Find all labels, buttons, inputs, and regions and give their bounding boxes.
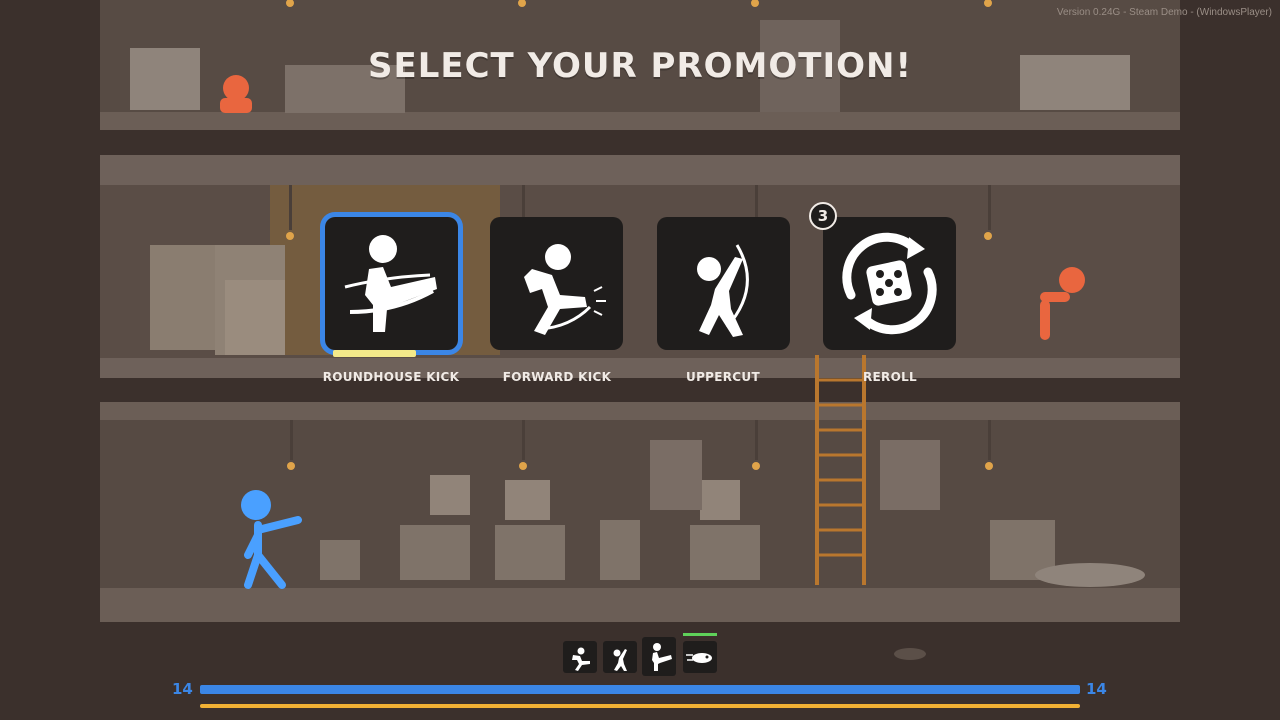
forward-kick-small-icon bbox=[572, 647, 590, 671]
promotion-card-roundhouse-kick[interactable] bbox=[320, 212, 463, 355]
selection-indicator bbox=[333, 350, 416, 357]
promotion-label-uppercut: UPPERCUT bbox=[686, 370, 760, 384]
health-bar bbox=[200, 685, 1080, 694]
uppercut-icon bbox=[697, 244, 749, 337]
move-slot-cooldown-bar bbox=[683, 633, 717, 636]
move-slot-2 bbox=[603, 641, 637, 673]
dash-small-icon bbox=[686, 653, 712, 663]
experience-bar bbox=[200, 704, 1080, 708]
page-title: SELECT YOUR PROMOTION! bbox=[368, 46, 912, 86]
office-background-scene bbox=[0, 0, 1280, 720]
forward-kick-icon bbox=[524, 244, 606, 335]
move-slot-1 bbox=[563, 641, 597, 673]
reroll-dice-icon bbox=[842, 232, 937, 335]
promotion-label-roundhouse-kick: ROUNDHOUSE KICK bbox=[322, 370, 460, 384]
reroll-count-badge: 3 bbox=[809, 202, 837, 230]
promotion-card-uppercut[interactable] bbox=[657, 217, 790, 350]
roundhouse-kick-small-icon bbox=[652, 643, 672, 671]
move-slot-4 bbox=[683, 641, 717, 673]
version-label: Version 0.24G - Steam Demo - (WindowsPla… bbox=[1056, 7, 1272, 18]
promotion-label-forward-kick: FORWARD KICK bbox=[502, 370, 612, 384]
player-health-value: 14 bbox=[172, 680, 193, 698]
uppercut-small-icon bbox=[613, 649, 627, 671]
promotion-label-reroll: REROLL bbox=[863, 370, 917, 384]
max-health-value: 14 bbox=[1086, 680, 1107, 698]
promotion-card-reroll[interactable] bbox=[823, 217, 956, 350]
roundhouse-kick-icon bbox=[344, 235, 437, 332]
move-slot-3 bbox=[642, 637, 676, 676]
promotion-card-forward-kick[interactable] bbox=[490, 217, 623, 350]
